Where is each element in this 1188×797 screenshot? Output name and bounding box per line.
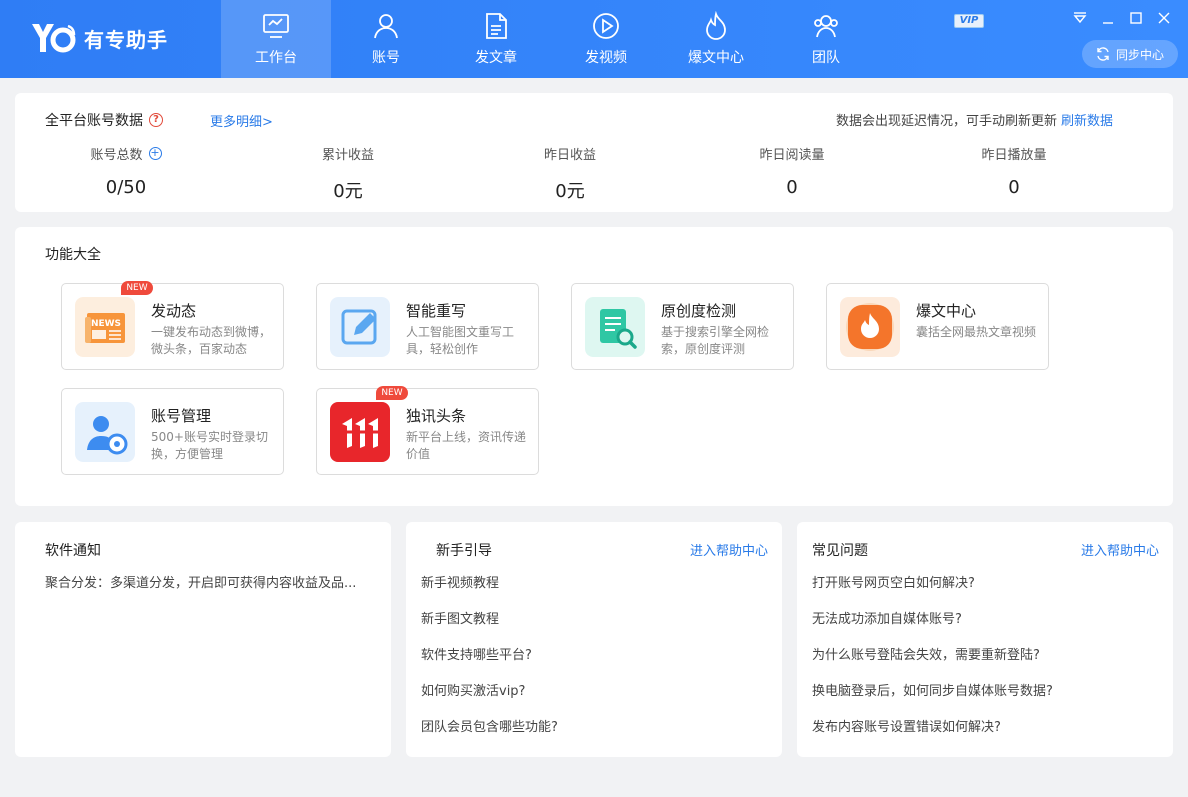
- panel-title: 常见问题: [812, 543, 868, 559]
- menu-dropdown-icon[interactable]: [1072, 10, 1088, 26]
- maximize-icon[interactable]: [1128, 10, 1144, 26]
- list-item[interactable]: 软件支持哪些平台?: [421, 647, 771, 683]
- more-details-link[interactable]: 更多明细>: [210, 111, 273, 130]
- stat-value: 0: [1008, 177, 1020, 198]
- edit-icon: [330, 297, 390, 357]
- feature-title: 原创度检测: [661, 302, 737, 320]
- minimize-icon[interactable]: [1100, 10, 1116, 26]
- fire-icon: [840, 297, 900, 357]
- feature-title: 账号管理: [151, 407, 212, 425]
- feature-desc: 新平台上线，资讯传递价值: [406, 430, 527, 461]
- toutiao-icon: [330, 402, 390, 462]
- nav-viral[interactable]: 爆文中心: [661, 0, 771, 78]
- list-item[interactable]: 换电脑登录后，如何同步自媒体账号数据?: [812, 683, 1162, 719]
- feature-smart-rewrite[interactable]: 智能重写 人工智能图文重写工具，轻松创作: [316, 283, 539, 370]
- feature-originality-check[interactable]: 原创度检测 基于搜索引擎全网检索，原创度评测: [571, 283, 794, 370]
- beginner-guide-panel: 新手引导 进入帮助中心 新手视频教程 新手图文教程 软件支持哪些平台? 如何购买…: [406, 522, 782, 757]
- list-item[interactable]: 无法成功添加自媒体账号?: [812, 611, 1162, 647]
- refresh-icon: [1097, 47, 1109, 61]
- title-bar: 有专助手 工作台 账号 发文章 发视频 爆文中心 团队 VIP 同步中心: [0, 0, 1188, 78]
- feature-title: 爆文中心: [916, 302, 977, 320]
- new-badge: NEW: [376, 386, 408, 400]
- team-icon: [814, 15, 838, 38]
- app-logo: 有专助手: [30, 20, 168, 56]
- help-icon[interactable]: ?: [149, 113, 163, 127]
- feature-duxun-toutiao[interactable]: 独讯头条 新平台上线，资讯传递价值 NEW: [316, 386, 539, 475]
- nav-article[interactable]: 发文章: [441, 0, 551, 78]
- feature-desc: 囊括全网最热文章视频: [916, 325, 1037, 339]
- stat-account-total: 账号总数 + 0/50: [15, 145, 237, 203]
- news-icon: NEWS: [75, 297, 135, 357]
- feature-post-dynamic[interactable]: NEWS 发动态 一键发布动态到微博，微头条，百家动态 NEW: [61, 281, 284, 370]
- list-item[interactable]: 新手视频教程: [421, 575, 771, 611]
- feature-desc: 基于搜索引擎全网检索，原创度评测: [661, 325, 770, 356]
- features-card: 功能大全 NEWS 发动态 一键发布动态到微博，微头条，百家动态 NEW 智能重…: [15, 227, 1173, 506]
- refresh-data-link[interactable]: 刷新数据: [1061, 114, 1113, 129]
- user-settings-icon: [75, 402, 135, 462]
- vip-badge[interactable]: VIP: [954, 14, 984, 28]
- list-item[interactable]: 新手图文教程: [421, 611, 771, 647]
- guide-list: 新手视频教程 新手图文教程 软件支持哪些平台? 如何购买激活vip? 团队会员包…: [421, 575, 771, 755]
- feature-title: 独讯头条: [406, 407, 467, 425]
- svg-text:NEWS: NEWS: [91, 319, 121, 329]
- app-name: 有专助手: [84, 27, 168, 52]
- document-icon: [486, 13, 507, 39]
- feature-title: 发动态: [151, 302, 197, 320]
- nav-workbench[interactable]: 工作台: [221, 0, 331, 78]
- list-item[interactable]: 为什么账号登陆会失效，需要重新登陆?: [812, 647, 1162, 683]
- panel-title: 软件通知: [45, 543, 101, 559]
- list-item[interactable]: 团队会员包含哪些功能?: [421, 719, 771, 755]
- panel-title: 新手引导: [436, 543, 492, 559]
- notice-list: 聚合分发：多渠道分发，开启即可获得内容收益及品...: [45, 575, 385, 611]
- stats-title: 全平台账号数据 ?: [45, 110, 163, 130]
- sync-center-button[interactable]: 同步中心: [1082, 40, 1178, 68]
- help-center-link[interactable]: 进入帮助中心: [690, 540, 768, 559]
- feature-viral-center[interactable]: 爆文中心 囊括全网最热文章视频: [826, 283, 1049, 370]
- stat-value: 0: [786, 177, 798, 198]
- fire-icon: [706, 11, 726, 40]
- nav-video[interactable]: 发视频: [551, 0, 661, 78]
- search-doc-icon: [585, 297, 645, 357]
- stat-total-income: 累计收益 0元: [237, 145, 459, 203]
- feature-title: 智能重写: [406, 302, 467, 320]
- stat-value: 0/50: [105, 177, 147, 198]
- stat-yesterday-income: 昨日收益 0元: [459, 145, 681, 203]
- play-icon: [593, 13, 619, 39]
- feature-account-management[interactable]: 账号管理 500+账号实时登录切换，方便管理: [61, 388, 284, 475]
- logo-icon: [32, 24, 76, 53]
- help-center-link[interactable]: 进入帮助中心: [1081, 540, 1159, 559]
- account-stats-card: 全平台账号数据 ? 更多明细> 数据会出现延迟情况，可手动刷新更新 刷新数据 账号…: [15, 93, 1173, 212]
- list-item[interactable]: 如何购买激活vip?: [421, 683, 771, 719]
- list-item[interactable]: 打开账号网页空白如何解决?: [812, 575, 1162, 611]
- nav-team[interactable]: 团队: [771, 0, 881, 78]
- stat-yesterday-plays: 昨日播放量 0: [903, 145, 1125, 203]
- nav-account[interactable]: 账号: [331, 0, 441, 78]
- close-icon[interactable]: [1156, 10, 1172, 26]
- feature-desc: 人工智能图文重写工具，轻松创作: [406, 325, 515, 356]
- new-badge: NEW: [121, 281, 153, 295]
- add-account-icon[interactable]: +: [148, 146, 162, 160]
- software-notice-panel: 软件通知 聚合分发：多渠道分发，开启即可获得内容收益及品...: [15, 522, 391, 757]
- main-nav: 工作台 账号 发文章 发视频 爆文中心 团队: [221, 0, 881, 78]
- stat-value: 0元: [555, 181, 585, 202]
- stat-value: 0元: [333, 181, 363, 202]
- window-controls: [1072, 10, 1172, 26]
- feature-desc: 一键发布动态到微博，微头条，百家动态: [151, 325, 272, 356]
- user-icon: [374, 14, 398, 39]
- faq-panel: 常见问题 进入帮助中心 打开账号网页空白如何解决? 无法成功添加自媒体账号? 为…: [797, 522, 1173, 757]
- faq-list: 打开账号网页空白如何解决? 无法成功添加自媒体账号? 为什么账号登陆会失效，需要…: [812, 575, 1162, 755]
- stats-row: 账号总数 + 0/50 累计收益 0元 昨日收益 0元 昨日阅读量 0 昨日播放量…: [15, 145, 1133, 203]
- monitor-icon: [263, 14, 289, 38]
- delay-notice: 数据会出现延迟情况，可手动刷新更新 刷新数据: [835, 114, 1113, 129]
- list-item[interactable]: 发布内容账号设置错误如何解决?: [812, 719, 1162, 755]
- feature-desc: 500+账号实时登录切换，方便管理: [151, 430, 268, 461]
- stat-yesterday-reads: 昨日阅读量 0: [681, 145, 903, 203]
- features-title: 功能大全: [45, 247, 101, 263]
- list-item[interactable]: 聚合分发：多渠道分发，开启即可获得内容收益及品...: [45, 575, 385, 611]
